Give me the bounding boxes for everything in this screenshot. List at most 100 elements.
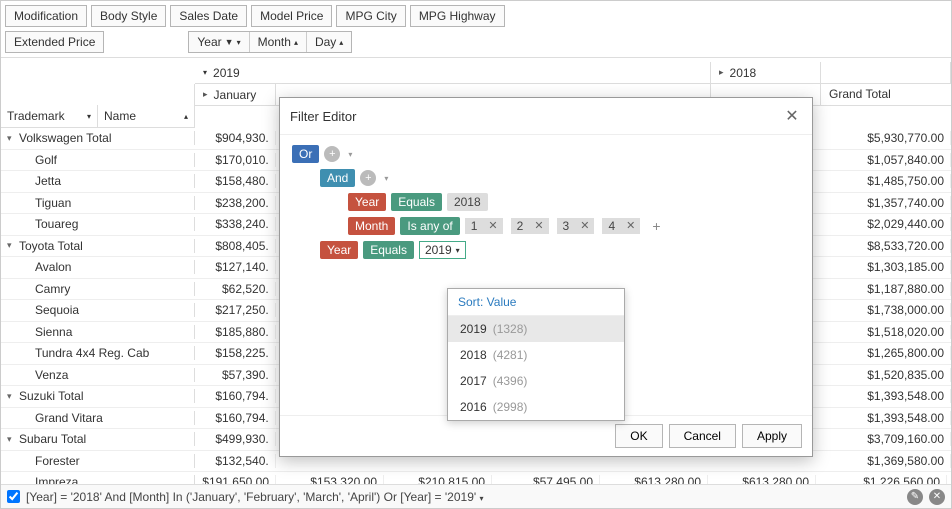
row-label-cell[interactable]: Sienna xyxy=(1,325,195,339)
filter-expression-text[interactable]: [Year] = '2018' And [Month] In ('January… xyxy=(26,490,901,504)
year-2018-label: 2018 xyxy=(730,66,757,80)
add-condition-button[interactable]: + xyxy=(360,170,376,186)
operator-token-isanyof[interactable]: Is any of xyxy=(400,217,459,235)
remove-value-icon[interactable]: ✕ xyxy=(575,218,594,234)
expand-icon[interactable]: ▾ xyxy=(7,240,17,251)
remove-value-icon[interactable]: ✕ xyxy=(483,218,502,234)
cancel-button[interactable]: Cancel xyxy=(669,424,736,448)
row-label-cell[interactable]: ▾Subaru Total xyxy=(1,432,195,446)
time-day-label: Day xyxy=(315,35,336,49)
name-col-header[interactable]: Name ▴ xyxy=(98,105,194,127)
grand-total-cell: $1,520,835.00 xyxy=(820,368,951,382)
value-chip-3[interactable]: 3 xyxy=(557,218,576,234)
year-2018-header[interactable]: ▸ 2018 xyxy=(711,62,821,83)
row-label-cell[interactable]: ▾Volkswagen Total xyxy=(1,131,195,145)
year-2019-header[interactable]: ▾ 2019 xyxy=(195,62,711,83)
row-label-cell[interactable]: Jetta xyxy=(1,174,195,188)
field-mpg-highway[interactable]: MPG Highway xyxy=(410,5,505,27)
field-token-month[interactable]: Month xyxy=(348,217,395,235)
add-condition-button[interactable]: + xyxy=(324,146,340,162)
grand-total-cell: $8,533,720.00 xyxy=(820,239,951,253)
field-model-price[interactable]: Model Price xyxy=(251,5,332,27)
time-year-label: Year xyxy=(197,35,221,49)
field-mpg-city[interactable]: MPG City xyxy=(336,5,405,27)
data-cell: $338,240. xyxy=(195,217,276,231)
time-year[interactable]: Year ▼ ▾ xyxy=(189,32,249,52)
row-label-text: Tiguan xyxy=(7,196,71,210)
row-label-cell[interactable]: Touareg xyxy=(1,217,195,231)
value-chip-1[interactable]: 1 xyxy=(465,218,484,234)
field-token-year[interactable]: Year xyxy=(348,193,386,211)
data-cell: $499,930. xyxy=(195,432,276,446)
clear-filter-button[interactable]: ✕ xyxy=(929,489,945,505)
row-label-text: Subaru Total xyxy=(17,432,86,446)
grand-total-cell: $2,029,440.00 xyxy=(820,217,951,231)
value-chip-4[interactable]: 4 xyxy=(602,218,621,234)
field-sales-date[interactable]: Sales Date xyxy=(170,5,247,27)
close-icon[interactable]: ✕ xyxy=(782,106,802,126)
data-cell: $158,480. xyxy=(195,174,276,188)
row-label-cell[interactable]: Avalon xyxy=(1,260,195,274)
or-operator[interactable]: Or xyxy=(292,145,319,163)
field-extended-price[interactable]: Extended Price xyxy=(5,31,104,53)
expand-icon[interactable]: ▾ xyxy=(7,133,17,144)
grand-total-cell: $1,485,750.00 xyxy=(820,174,951,188)
dropdown-item-2019[interactable]: 2019 (1328) xyxy=(448,316,624,342)
row-label-cell[interactable]: Camry xyxy=(1,282,195,296)
row-label-cell[interactable]: Tiguan xyxy=(1,196,195,210)
dropdown-item-2017[interactable]: 2017 (4396) xyxy=(448,368,624,394)
chevron-down-icon: ▾ xyxy=(348,150,352,159)
dropdown-year: 2016 xyxy=(460,400,487,414)
field-modification[interactable]: Modification xyxy=(5,5,87,27)
data-cell: $217,250. xyxy=(195,303,276,317)
expand-icon[interactable]: ▾ xyxy=(7,391,17,402)
value-input-text: 2019 xyxy=(425,243,452,257)
month-january-header[interactable]: ▸ January xyxy=(195,84,276,105)
ok-button[interactable]: OK xyxy=(615,424,662,448)
edit-filter-button[interactable]: ✎ xyxy=(907,489,923,505)
time-day[interactable]: Day ▴ xyxy=(307,32,351,52)
data-cell: $57,390. xyxy=(195,368,276,382)
row-label-cell[interactable]: Forester xyxy=(1,454,195,468)
value-chip-2[interactable]: 2 xyxy=(511,218,530,234)
apply-button[interactable]: Apply xyxy=(742,424,802,448)
dropdown-item-2018[interactable]: 2018 (4281) xyxy=(448,342,624,368)
month-january-label: January xyxy=(214,88,257,102)
time-month[interactable]: Month ▴ xyxy=(250,32,307,52)
expand-icon[interactable]: ▾ xyxy=(7,434,17,445)
remove-value-icon[interactable]: ✕ xyxy=(621,218,640,234)
trademark-col-header[interactable]: Trademark ▾ xyxy=(1,105,98,127)
field-token-year[interactable]: Year xyxy=(320,241,358,259)
value-input-2019[interactable]: 2019 ▾ xyxy=(419,241,466,259)
row-label-cell[interactable]: Tundra 4x4 Reg. Cab xyxy=(1,346,195,360)
name-label: Name xyxy=(104,109,136,123)
filter-enabled-checkbox[interactable] xyxy=(7,490,20,503)
row-label-cell[interactable]: Venza xyxy=(1,368,195,382)
grand-total-cell: $1,265,800.00 xyxy=(820,346,951,360)
year-2019-label: 2019 xyxy=(213,66,240,80)
row-label-text: Jetta xyxy=(7,174,61,188)
dropdown-sort-header[interactable]: Sort: Value xyxy=(448,289,624,316)
remove-value-icon[interactable]: ✕ xyxy=(529,218,548,234)
time-hierarchy: Year ▼ ▾ Month ▴ Day ▴ xyxy=(188,31,352,53)
filter-bar: [Year] = '2018' And [Month] In ('January… xyxy=(1,484,951,508)
row-label-cell[interactable]: ▾Suzuki Total xyxy=(1,389,195,403)
data-cell: $160,794. xyxy=(195,411,276,425)
and-operator[interactable]: And xyxy=(320,169,355,187)
row-label-cell[interactable]: Sequoia xyxy=(1,303,195,317)
add-value-button[interactable]: + xyxy=(652,218,660,234)
data-cell: $160,794. xyxy=(195,389,276,403)
operator-token-equals[interactable]: Equals xyxy=(363,241,414,259)
row-label-cell[interactable]: ▾Toyota Total xyxy=(1,239,195,253)
data-cell: $132,540. xyxy=(195,454,276,468)
dialog-title: Filter Editor xyxy=(290,109,356,124)
row-label-text: Volkswagen Total xyxy=(17,131,112,145)
field-body-style[interactable]: Body Style xyxy=(91,5,166,27)
grand-total-cell: $1,357,740.00 xyxy=(820,196,951,210)
grand-total-cell: $1,303,185.00 xyxy=(820,260,951,274)
operator-token-equals[interactable]: Equals xyxy=(391,193,442,211)
dropdown-item-2016[interactable]: 2016 (2998) xyxy=(448,394,624,420)
row-label-cell[interactable]: Grand Vitara xyxy=(1,411,195,425)
value-token-2018[interactable]: 2018 xyxy=(447,193,488,211)
row-label-cell[interactable]: Golf xyxy=(1,153,195,167)
